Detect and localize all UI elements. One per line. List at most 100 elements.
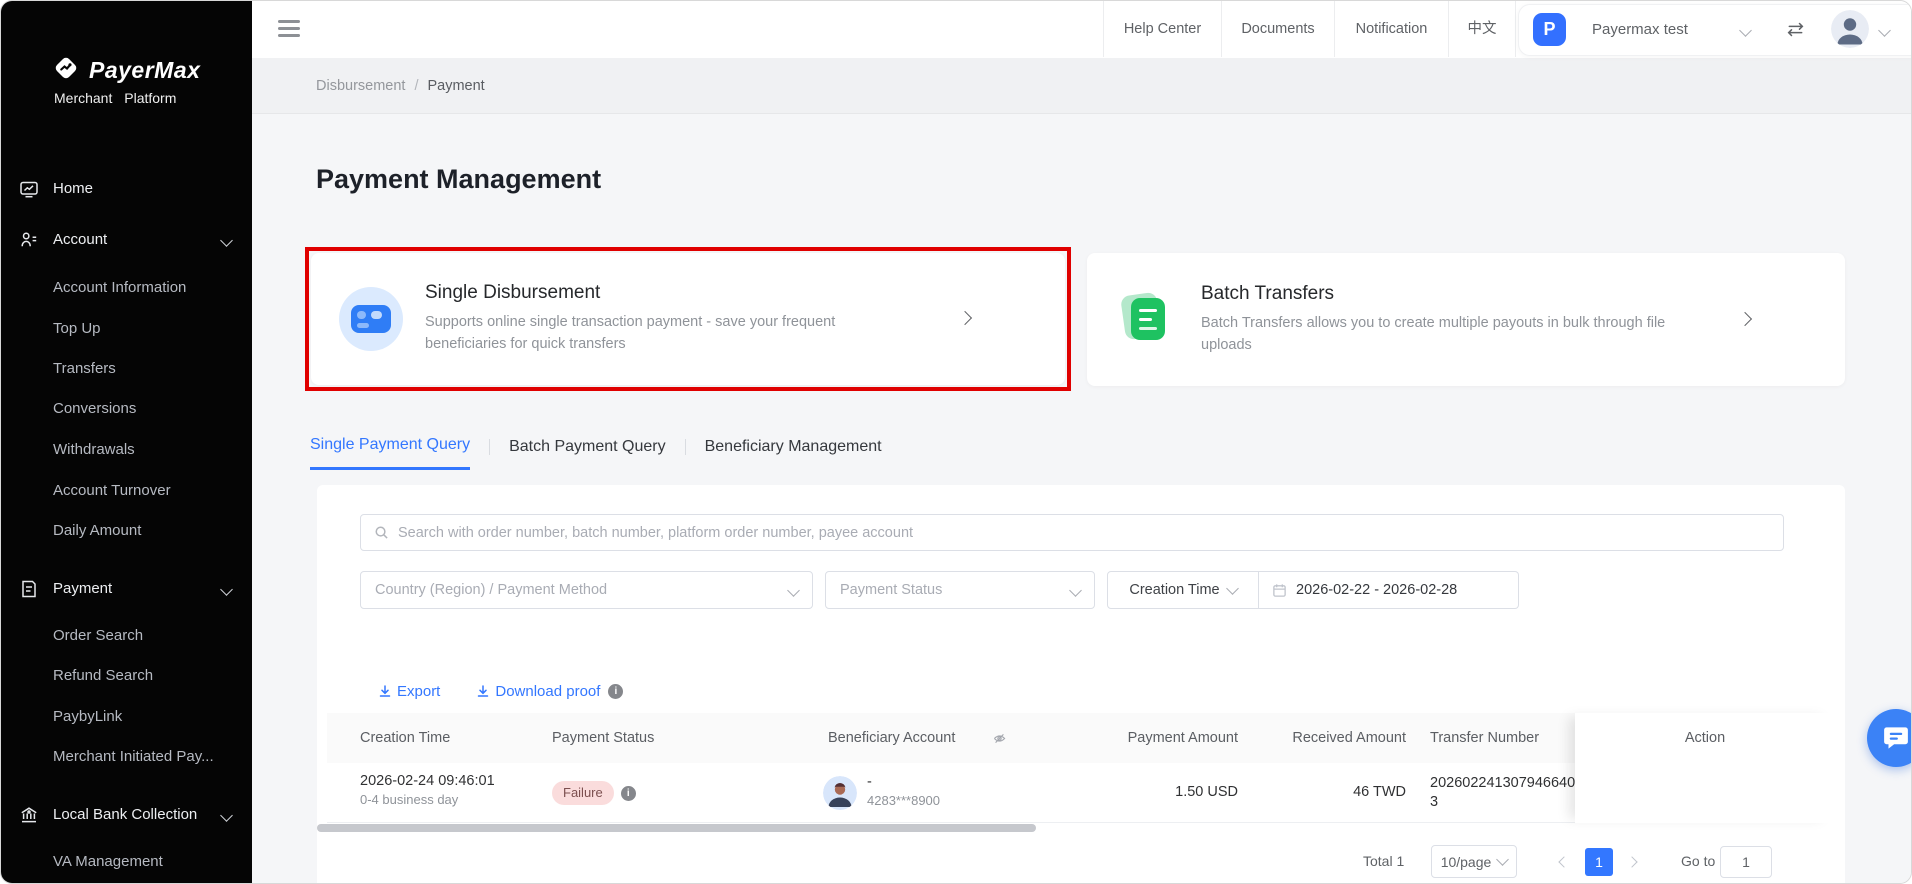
search-input[interactable] — [398, 524, 1783, 541]
col-transfer-number: Transfer Number — [1430, 730, 1540, 746]
tab-beneficiary-management[interactable]: Beneficiary Management — [705, 438, 882, 469]
goto-page-input[interactable] — [1720, 846, 1772, 878]
bank-icon — [19, 805, 39, 825]
download-icon — [379, 685, 391, 697]
download-proof-label: Download proof — [495, 682, 601, 700]
prev-page-button[interactable] — [1550, 848, 1578, 876]
transfer-number-cell: 2026022413079466403 — [1430, 775, 1576, 810]
sidebar-item-account-turnover[interactable]: Account Turnover — [53, 475, 171, 507]
select-placeholder: Country (Region) / Payment Method — [375, 582, 608, 598]
tab-batch-payment-query[interactable]: Batch Payment Query — [509, 438, 666, 469]
country-payment-method-select[interactable]: Country (Region) / Payment Method — [360, 571, 813, 609]
sidebar-item-transfers[interactable]: Transfers — [53, 353, 116, 385]
sidebar-item-merchant-initiated-pay[interactable]: Merchant Initiated Pay... — [53, 741, 214, 773]
sidebar-item-conversions[interactable]: Conversions — [53, 393, 136, 425]
creation-time-note: 0-4 business day — [360, 792, 459, 807]
pagination-total: Total 1 — [1363, 853, 1405, 869]
chevron-up-icon[interactable] — [220, 234, 233, 247]
search-icon — [375, 526, 388, 539]
account-icon — [19, 230, 39, 250]
sidebar-item-top-up[interactable]: Top Up — [53, 313, 101, 345]
chevron-right-icon — [957, 310, 973, 326]
sidebar-item-withdrawals[interactable]: Withdrawals — [53, 434, 135, 466]
next-page-button[interactable] — [1618, 848, 1646, 876]
export-link[interactable]: Export — [378, 683, 440, 700]
app-window: PayerMax Merchant Platform Home Account … — [0, 0, 1912, 884]
sidebar-item-order-search[interactable]: Order Search — [53, 620, 143, 652]
tab-single-payment-query[interactable]: Single Payment Query — [310, 436, 471, 470]
payermax-logo: PayerMax — [51, 53, 200, 88]
breadcrumb: Disbursement / Payment — [316, 58, 485, 114]
user-avatar[interactable] — [1831, 10, 1869, 48]
search-box — [360, 514, 1784, 551]
payermax-diamond-icon — [51, 53, 81, 88]
chat-icon — [1884, 727, 1908, 749]
chevron-down-icon — [1225, 581, 1239, 595]
card-title: Batch Transfers — [1201, 282, 1335, 304]
col-payment-amount: Payment Amount — [1127, 730, 1238, 746]
tab-divider — [489, 438, 491, 455]
home-icon — [19, 179, 39, 199]
switch-account-icon[interactable] — [1786, 22, 1805, 42]
sidebar-item-account-information[interactable]: Account Information — [53, 272, 186, 304]
payment-icon — [19, 579, 39, 599]
export-label: Export — [397, 682, 441, 700]
breadcrumb-bar: Disbursement / Payment — [252, 58, 1911, 114]
date-range-value: 2026-02-22 - 2026-02-28 — [1296, 582, 1458, 598]
sidebar-item-payment[interactable]: Payment — [53, 573, 112, 605]
card-description: Supports online single transaction payme… — [425, 314, 836, 352]
received-amount-cell: 46 TWD — [1353, 784, 1406, 800]
page-title: Payment Management — [316, 164, 602, 194]
goto-label: Go to — [1681, 853, 1716, 869]
sidebar-item-account[interactable]: Account — [53, 224, 107, 256]
chevron-down-icon — [787, 583, 800, 597]
org-badge[interactable]: P — [1533, 13, 1566, 46]
card-title: Single Disbursement — [425, 282, 601, 304]
col-payment-status: Payment Status — [552, 730, 655, 746]
sidebar-item-local-bank-collection[interactable]: Local Bank Collection — [53, 799, 197, 831]
time-type-select[interactable]: Creation Time — [1107, 571, 1259, 609]
query-panel: Country (Region) / Payment Method Paymen… — [317, 485, 1845, 883]
calendar-icon — [1273, 583, 1286, 597]
current-page-button[interactable]: 1 — [1585, 848, 1613, 876]
single-disbursement-card[interactable]: Single Disbursement Supports online sing… — [311, 253, 1065, 385]
sidebar-item-paybylink[interactable]: PaybyLink — [53, 701, 122, 733]
beneficiary-account: 4283***8900 — [867, 793, 941, 808]
info-icon[interactable]: i — [608, 683, 624, 699]
payments-table: Creation Time Payment Status Beneficiary… — [327, 713, 1835, 823]
notification-link[interactable]: Notification — [1334, 1, 1448, 57]
chevron-down-icon[interactable] — [220, 809, 233, 822]
sidebar: PayerMax Merchant Platform Home Account … — [1, 1, 252, 883]
breadcrumb-payment: Payment — [427, 78, 485, 94]
documents-link[interactable]: Documents — [1221, 1, 1334, 57]
action-fixed-column: Action — [1575, 713, 1835, 823]
horizontal-scrollbar[interactable] — [317, 824, 1036, 832]
beneficiary-avatar — [823, 776, 857, 810]
main-content: Payment Management Single Disbursement S… — [252, 114, 1911, 883]
download-proof-link[interactable]: Download proof — [476, 683, 600, 700]
batch-transfers-card[interactable]: Batch Transfers Batch Transfers allows y… — [1087, 253, 1845, 386]
col-action: Action — [1684, 730, 1726, 746]
payment-status-select[interactable]: Payment Status — [825, 571, 1095, 609]
col-received-amount: Received Amount — [1292, 730, 1406, 746]
eye-off-icon[interactable] — [993, 732, 1006, 750]
logo-subtitle: Merchant Platform — [54, 90, 177, 106]
sidebar-item-va-management[interactable]: VA Management — [53, 846, 163, 878]
page-size-select[interactable]: 10/page — [1431, 845, 1517, 878]
hamburger-menu-icon[interactable] — [278, 20, 300, 38]
batch-transfers-card-icon — [1115, 288, 1179, 352]
date-range-picker[interactable]: 2026-02-22 - 2026-02-28 — [1259, 571, 1519, 609]
org-name[interactable]: Payermax test — [1592, 1, 1688, 58]
sidebar-item-refund-search[interactable]: Refund Search — [53, 660, 153, 692]
language-switch-link[interactable]: 中文 — [1448, 1, 1516, 57]
chevron-up-icon[interactable] — [220, 583, 233, 596]
breadcrumb-disbursement[interactable]: Disbursement — [316, 78, 405, 94]
sidebar-item-home[interactable]: Home — [53, 173, 93, 205]
topbar: Help Center Documents Notification 中文 P … — [252, 1, 1911, 58]
customer-service-button[interactable] — [1867, 709, 1911, 767]
help-center-link[interactable]: Help Center — [1103, 1, 1221, 57]
beneficiary-name: - — [867, 774, 872, 790]
card-description: Batch Transfers allows you to create mul… — [1201, 314, 1666, 353]
sidebar-item-daily-amount[interactable]: Daily Amount — [53, 515, 141, 547]
info-icon[interactable]: i — [620, 785, 636, 801]
